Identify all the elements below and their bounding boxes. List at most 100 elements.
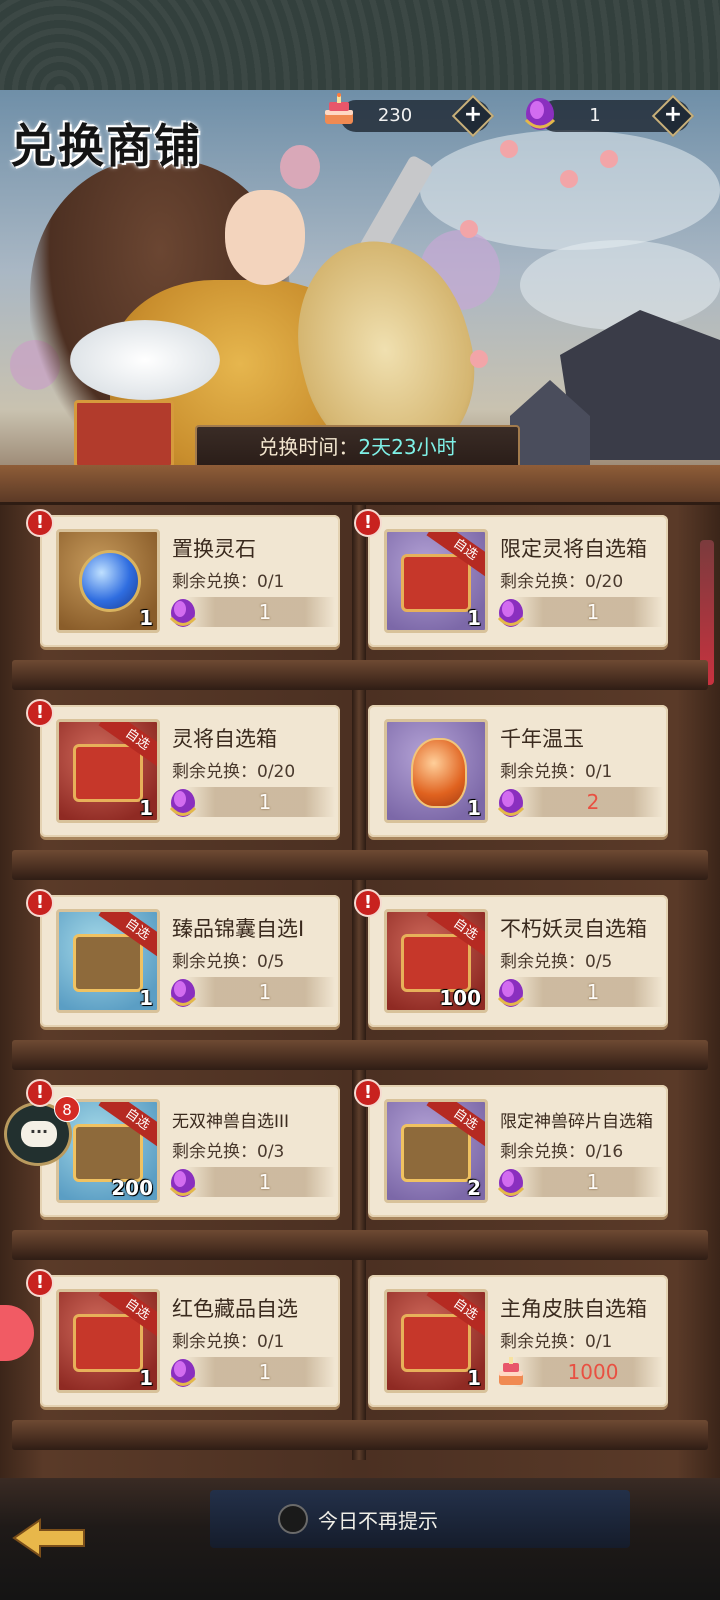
item-count: 1	[139, 606, 153, 630]
item-name: 置换灵石	[172, 537, 256, 561]
remaining-exchanges: 剩余兑换：0/1	[172, 1332, 285, 1352]
item-name: 主角皮肤自选箱	[500, 1297, 647, 1321]
timer-label: 兑换时间：	[258, 435, 359, 459]
item-name: 不朽妖灵自选箱	[500, 917, 647, 941]
treasure-chest-decoration	[74, 400, 174, 468]
cake-icon	[499, 1357, 523, 1385]
blossom-icon	[600, 150, 618, 168]
crate-icon	[73, 934, 143, 992]
item-count: 1	[139, 796, 153, 820]
item-thumbnail[interactable]: 自选 1	[384, 529, 488, 633]
alert-icon: !	[26, 509, 54, 537]
item-name: 灵将自选箱	[172, 727, 277, 751]
alert-icon: !	[26, 1079, 54, 1107]
item-thumbnail[interactable]: 1	[384, 719, 488, 823]
chat-unread-badge: 8	[54, 1096, 80, 1122]
shelf-plank	[12, 1040, 708, 1070]
item-name: 红色藏品自选	[172, 1297, 298, 1321]
blossom-icon	[470, 350, 488, 368]
dont-show-today-checkbox[interactable]	[278, 1504, 308, 1534]
item-count: 1	[467, 606, 481, 630]
page-title: 兑换商铺	[10, 119, 202, 173]
price-value: 1	[258, 1360, 272, 1384]
item-thumbnail[interactable]: 自选 100	[384, 909, 488, 1013]
price-bar[interactable]: 1	[185, 597, 335, 627]
exchange-timer: 兑换时间：2天23小时	[195, 425, 520, 469]
crate-icon	[73, 1124, 143, 1182]
price-value: 1	[586, 980, 600, 1004]
shop-item-card[interactable]: 自选 1 限定灵将自选箱 剩余兑换：0/20 1	[368, 515, 668, 647]
shop-item-card[interactable]: 自选 1 灵将自选箱剩余兑换：0/20 1	[40, 705, 340, 837]
alert-icon: !	[26, 889, 54, 917]
price-value: 1	[258, 1170, 272, 1194]
price-bar[interactable]: 1	[513, 1167, 663, 1197]
item-name: 无双神兽自选III	[172, 1112, 290, 1132]
purple-gem-icon	[169, 789, 197, 817]
plus-icon: +	[463, 102, 483, 127]
cake-icon	[325, 93, 353, 124]
shop-item-card[interactable]: 1 千年温玉 剩余兑换：0/1 2	[368, 705, 668, 837]
shop-item-card[interactable]: 自选 100 不朽妖灵自选箱 剩余兑换：0/5 1	[368, 895, 668, 1027]
item-thumbnail[interactable]: 自选 1	[56, 1289, 160, 1393]
shop-item-card[interactable]: 1 置换灵石 剩余兑换：0/1 1	[40, 515, 340, 647]
price-value: 1	[586, 1170, 600, 1194]
purple-gem-icon	[169, 599, 197, 627]
crate-icon	[401, 1124, 471, 1182]
lantern-decoration	[280, 145, 320, 189]
orb-icon	[79, 550, 141, 612]
stone-icon	[411, 738, 467, 808]
shop-item-card[interactable]: 自选 1 主角皮肤自选箱剩余兑换：0/1 1000	[368, 1275, 668, 1407]
remaining-exchanges: 剩余兑换：0/20	[172, 762, 296, 782]
back-arrow-icon[interactable]	[10, 1516, 88, 1560]
item-count: 200	[111, 1176, 153, 1200]
price-value: 1	[258, 790, 272, 814]
item-thumbnail[interactable]: 自选 1	[384, 1289, 488, 1393]
item-thumbnail[interactable]: 自选 1	[56, 909, 160, 1013]
price-value: 1000	[567, 1360, 619, 1384]
price-bar[interactable]: 1	[185, 1357, 335, 1387]
purple-gem-icon	[497, 979, 525, 1007]
item-count: 2	[467, 1176, 481, 1200]
item-count: 1	[139, 986, 153, 1010]
shelf-plank	[12, 1230, 708, 1260]
purple-gem-icon	[524, 98, 556, 130]
shop-item-card[interactable]: 自选 1 红色藏品自选剩余兑换：0/1 1	[40, 1275, 340, 1407]
shop-item-card[interactable]: 自选 200 无双神兽自选III 剩余兑换：0/3 1	[40, 1085, 340, 1217]
fur-stole	[70, 320, 220, 400]
chest-icon	[401, 934, 471, 992]
cake-currency-bar: 230 +	[340, 94, 495, 138]
price-value: 2	[586, 790, 600, 814]
gem-currency-bar: 1 +	[540, 94, 695, 138]
item-thumbnail[interactable]: 自选 2	[384, 1099, 488, 1203]
shelf-plank	[12, 850, 708, 880]
price-bar[interactable]: 1000	[513, 1357, 663, 1387]
purple-gem-icon	[169, 1169, 197, 1197]
price-bar[interactable]: 1	[513, 597, 663, 627]
alert-icon: !	[354, 509, 382, 537]
remaining-exchanges: 剩余兑换：0/1	[500, 1332, 613, 1352]
purple-gem-icon	[497, 599, 525, 627]
chest-icon	[401, 554, 471, 612]
blossom-icon	[500, 140, 518, 158]
item-thumbnail[interactable]: 1	[56, 529, 160, 633]
purple-gem-icon	[497, 789, 525, 817]
chest-icon	[401, 1314, 471, 1372]
price-bar[interactable]: 1	[185, 977, 335, 1007]
shelf-top-rail	[0, 465, 720, 505]
alert-icon: !	[354, 1079, 382, 1107]
item-count: 1	[467, 796, 481, 820]
remaining-exchanges: 剩余兑换：0/16	[500, 1142, 624, 1162]
shop-item-card[interactable]: 自选 2 限定神兽碎片自选箱 剩余兑换：0/16 1	[368, 1085, 668, 1217]
price-value: 1	[258, 600, 272, 624]
price-bar[interactable]: 1	[513, 977, 663, 1007]
cloud-decoration	[520, 240, 720, 330]
price-bar[interactable]: 1	[185, 1167, 335, 1197]
price-bar[interactable]: 1	[185, 787, 335, 817]
price-bar[interactable]: 2	[513, 787, 663, 817]
item-name: 限定灵将自选箱	[500, 537, 647, 561]
alert-icon: !	[354, 889, 382, 917]
remaining-exchanges: 剩余兑换：0/3	[172, 1142, 285, 1162]
item-thumbnail[interactable]: 自选 1	[56, 719, 160, 823]
shop-item-card[interactable]: 自选 1 臻品锦囊自选I 剩余兑换：0/5 1	[40, 895, 340, 1027]
dont-show-today-label[interactable]: 今日不再提示	[318, 1505, 438, 1534]
